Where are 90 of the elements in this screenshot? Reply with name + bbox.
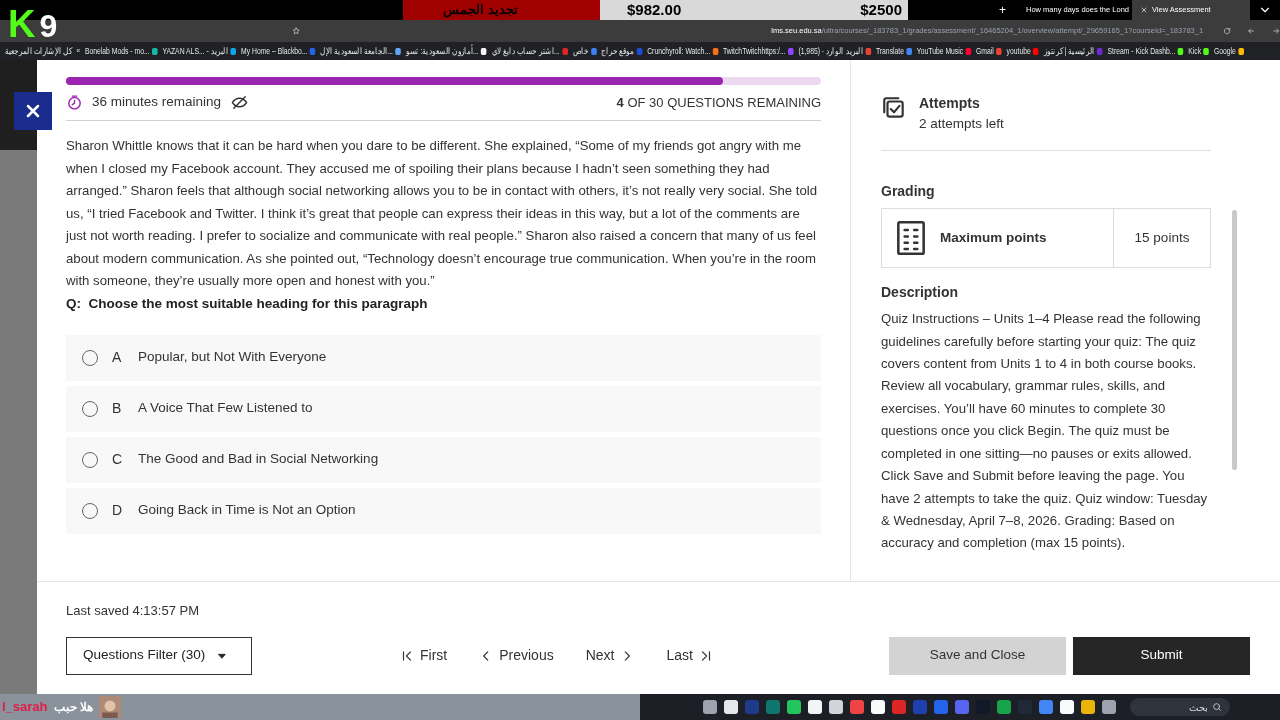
logo-digit: 9 — [39, 10, 58, 42]
max-points-value: 15 points — [1113, 209, 1210, 268]
bookmark[interactable]: الجامعة السعودية الإل... — [320, 44, 393, 58]
option-text: The Good and Bad in Social Networking — [138, 450, 379, 469]
bookmark[interactable]: (1,985) - البريد الوارد — [798, 44, 864, 58]
taskbar-app-icon[interactable] — [745, 700, 759, 714]
taskbar-search[interactable]: بحث — [1130, 698, 1230, 716]
bookmark[interactable]: Crunchyroll: Watch... — [647, 44, 711, 58]
last-saved: Last saved 4:13:57 PM — [66, 602, 200, 620]
bookmark[interactable]: Gmail — [976, 44, 994, 58]
bookmark[interactable]: TwitchTwitchhttps:/... — [722, 44, 786, 58]
answer-option[interactable]: D Going Back in Time is Not an Option — [66, 487, 821, 534]
chat-message: هلا حبب — [53, 699, 93, 716]
pagination-link[interactable]: First — [400, 645, 448, 666]
taskbar-app-icon[interactable] — [850, 700, 864, 714]
bookmark[interactable]: Google — [1213, 44, 1236, 58]
taskbar-app-icon[interactable] — [1102, 700, 1116, 714]
taskbar-app-icon[interactable] — [787, 700, 801, 714]
goal-current: $982.00 — [627, 0, 682, 20]
more-bookmarks[interactable]: « — [76, 45, 81, 57]
max-points-label: Maximum points — [940, 229, 1048, 248]
save-and-close-button[interactable]: Save and Close — [889, 636, 1066, 675]
pagination-link[interactable]: Next — [585, 645, 635, 666]
bookmark[interactable]: Bonelab Mods - mo... — [84, 44, 150, 58]
taskbar-app-icon[interactable] — [955, 700, 969, 714]
taskbar-app-icon[interactable] — [1039, 700, 1053, 714]
option-letter: D — [112, 501, 124, 520]
taskbar-app-icon[interactable] — [829, 700, 843, 714]
description-title: Description — [881, 283, 959, 303]
questions-remaining: 4 OF 30 QUESTIONS REMAINING — [616, 93, 821, 112]
goal-label: تجديد الجمس — [443, 1, 518, 20]
bookmark[interactable]: أمازون السعودية: تسو... — [405, 44, 479, 58]
bookmark[interactable]: Kick — [1188, 44, 1202, 58]
bookmark[interactable]: youtube — [1006, 44, 1031, 58]
option-text: Popular, but Not With Everyone — [138, 348, 327, 367]
close-button[interactable] — [14, 92, 52, 130]
option-letter: A — [112, 348, 123, 367]
bookmark[interactable]: YouTube Music — [916, 44, 964, 58]
pagination-link[interactable]: Previous — [479, 645, 554, 666]
bookmark[interactable]: My Home – Blackbo... — [241, 44, 308, 58]
answer-option[interactable]: B A Voice That Few Listened to — [66, 385, 821, 432]
first-page-icon — [400, 648, 414, 663]
option-letter: B — [112, 399, 123, 418]
checkbox-stack-icon — [881, 95, 907, 121]
bookmark[interactable]: YAZAN ALS... - البريد — [162, 44, 229, 58]
logo-letter: K — [8, 6, 36, 42]
option-letter: C — [112, 450, 124, 469]
chat-username: l_sarah — [2, 698, 48, 717]
all-bookmarks[interactable]: كل الإشارات المرجعية — [4, 44, 72, 58]
grading-title: Grading — [881, 182, 936, 202]
bookmark[interactable]: اشتر حساب دايغ لاي... — [491, 44, 560, 58]
taskbar-app-icon[interactable] — [913, 700, 927, 714]
taskbar-app-icon[interactable] — [766, 700, 780, 714]
pagination-link[interactable]: Last — [666, 645, 713, 666]
reload-icon[interactable] — [1223, 26, 1232, 36]
answer-option[interactable]: C The Good and Bad in Social Networking — [66, 436, 821, 483]
attempts-value: 2 attempts left — [919, 115, 1004, 133]
option-text: Going Back in Time is Not an Option — [138, 501, 356, 520]
taskbar-app-icon[interactable] — [997, 700, 1011, 714]
description-text: Quiz Instructions – Units 1–4 Please read the following guidelines carefully before starting your quiz: The quiz covers content from Units 1 to 4 in both course books. Review all vocabulary, grammar rules, skills, and exercises. You’ll have 60 minutes to complete 30 questions once you click Begin. The quiz must be completed in one sitting—no pauses or exits allowed. Click Save and Submit before leaving the page. You have 2 attempts to take the quiz. Quiz window: Tuesday & Wednesday, April 7–8, 2026. Grading: Based on accuracy and completion (max 15 points). — [881, 310, 1209, 553]
taskbar-app-icon[interactable] — [724, 700, 738, 714]
bookmark[interactable]: الرئيسية | كرنتوز — [1043, 44, 1095, 58]
taskbar-app-icon[interactable] — [934, 700, 948, 714]
option-text: A Voice That Few Listened to — [138, 399, 313, 418]
back-icon[interactable] — [1247, 26, 1256, 36]
timer-icon — [66, 94, 83, 111]
taskbar-app-icon[interactable] — [808, 700, 822, 714]
questions-filter-dropdown[interactable]: Questions Filter (30) — [66, 636, 252, 675]
taskbar-app-icon[interactable] — [871, 700, 885, 714]
attempts-title: Attempts — [919, 94, 981, 113]
timer-text: 36 minutes remaining — [92, 93, 222, 112]
taskbar-app-icon[interactable] — [1060, 700, 1074, 714]
taskbar-app-icon[interactable] — [703, 700, 717, 714]
reading-passage: Sharon Whittle knows that it can be hard when you dare to be different. She explained, “Some of my friends got angry with me when I closed my Facebook account. They accused me of spoiling their plans because I hadn’t seen something they had arranged.” Sharon feels that although social networking allows you to be in contact with others, it’s not really very social. She told us, “I tried Facebook and Twitter. I think it’s great that people can express their ideas in this way, but a lot of the comments are just not worth reading. I prefer to socialize and communicate with real people.” Sharon also raised a concern that many of us feel about modern communication. As she pointed out, “Technology doesn’t encourage true communication. When you’re in the room with someone, they’re usually more open and honest with you.” — [66, 137, 819, 290]
new-tab-button[interactable]: + — [991, 1, 1014, 19]
search-icon — [1212, 702, 1222, 712]
goal-target: $2500 — [860, 0, 902, 20]
submit-button[interactable]: Submit — [1073, 636, 1250, 675]
answer-option[interactable]: A Popular, but Not With Everyone — [66, 334, 821, 381]
taskbar-app-icon[interactable] — [892, 700, 906, 714]
forward-icon[interactable] — [1271, 26, 1280, 36]
star-icon[interactable] — [291, 26, 301, 36]
close-icon[interactable] — [1140, 6, 1148, 14]
bookmark[interactable]: Stream - Kick Dashb... — [1107, 44, 1176, 58]
question-text: Q: Choose the most suitable heading for this paragraph — [66, 294, 429, 313]
bookmark[interactable]: Translate — [875, 44, 904, 58]
eye-slash-icon[interactable] — [231, 94, 249, 111]
bookmark[interactable]: موقع حراج — [601, 44, 635, 58]
bookmark[interactable]: خاص — [572, 44, 589, 58]
taskbar-app-icon[interactable] — [1081, 700, 1095, 714]
